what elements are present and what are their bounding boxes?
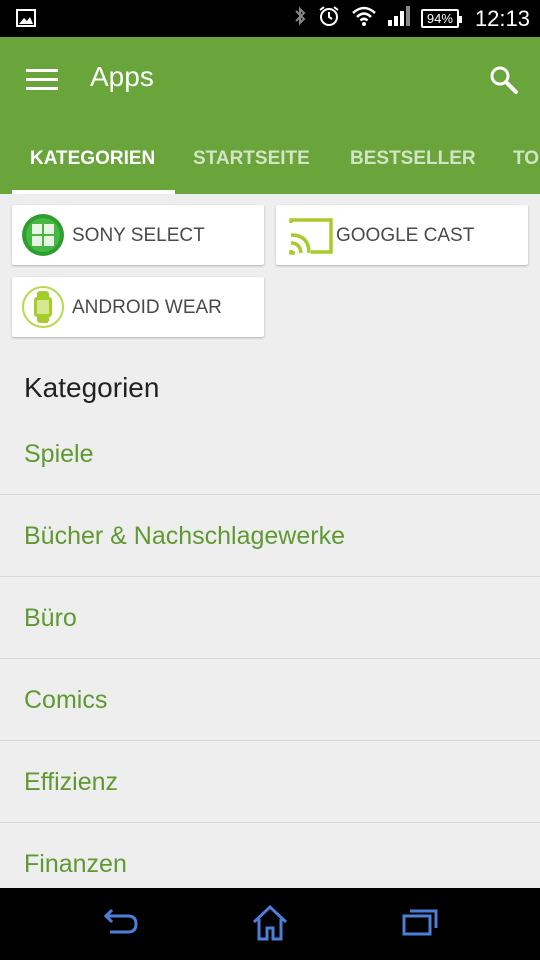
bluetooth-icon: [293, 5, 307, 32]
category-item[interactable]: Büro: [0, 577, 540, 659]
signal-icon: [387, 5, 411, 32]
search-icon[interactable]: [488, 64, 520, 96]
category-list: Spiele Bücher & Nachschlagewerke Büro Co…: [0, 413, 540, 905]
featured-card-sony-select[interactable]: SONY SELECT: [12, 205, 264, 265]
featured-card-label: ANDROID WEAR: [72, 297, 222, 318]
tab-kategorien[interactable]: KATEGORIEN: [30, 140, 155, 194]
home-icon[interactable]: [250, 904, 290, 947]
watch-icon: [21, 285, 65, 329]
recent-apps-icon[interactable]: [400, 904, 440, 945]
page-title: Apps: [90, 61, 154, 92]
status-bar: 94% 12:13: [0, 0, 540, 37]
section-title: Kategorien: [24, 372, 160, 403]
tab-startseite[interactable]: STARTSEITE: [193, 140, 310, 194]
alarm-icon: [317, 4, 341, 33]
menu-icon[interactable]: [26, 69, 58, 91]
cast-icon: [285, 213, 333, 257]
back-icon[interactable]: [102, 904, 140, 945]
featured-card-android-wear[interactable]: ANDROID WEAR: [12, 277, 264, 337]
sony-select-icon: [21, 213, 65, 257]
tab-indicator: [12, 190, 175, 194]
category-item[interactable]: Spiele: [0, 413, 540, 495]
featured-card-label: GOOGLE CAST: [336, 225, 475, 246]
battery-icon: 94%: [420, 9, 462, 28]
wifi-icon: [351, 5, 377, 32]
category-item[interactable]: Comics: [0, 659, 540, 741]
tab-bar: KATEGORIEN STARTSEITE BESTSELLER TO: [0, 140, 540, 194]
category-item[interactable]: Effizienz: [0, 741, 540, 823]
tab-top[interactable]: TO: [513, 140, 539, 194]
clock: 12:13: [474, 5, 530, 31]
app-bar: Apps KATEGORIEN STARTSEITE BESTSELLER TO: [0, 37, 540, 194]
featured-card-label: SONY SELECT: [72, 225, 205, 246]
navigation-bar: [0, 888, 540, 960]
tab-bestseller[interactable]: BESTSELLER: [350, 140, 476, 194]
category-item[interactable]: Bücher & Nachschlagewerke: [0, 495, 540, 577]
image-icon: [16, 9, 36, 32]
featured-card-google-cast[interactable]: GOOGLE CAST: [276, 205, 528, 265]
